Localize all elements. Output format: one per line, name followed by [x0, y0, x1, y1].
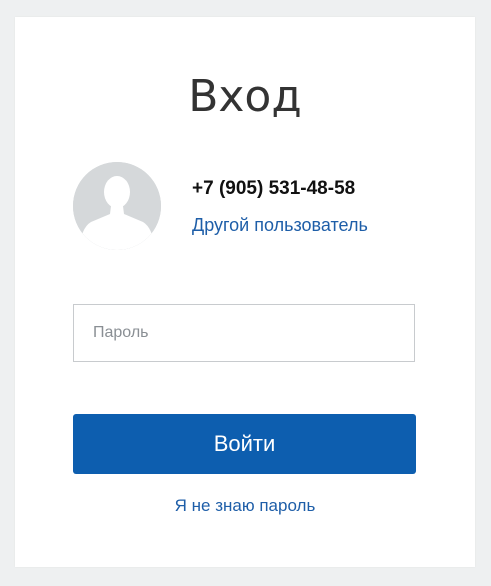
login-button[interactable]: Войти	[73, 414, 416, 474]
avatar	[73, 162, 161, 250]
login-card: Вход +7 (905) 531-48-58 Другой пользоват…	[15, 17, 475, 567]
page-title: Вход	[188, 71, 302, 122]
forgot-password-link[interactable]: Я не знаю пароль	[15, 496, 475, 516]
other-user-link[interactable]: Другой пользователь	[192, 215, 368, 236]
user-phone: +7 (905) 531-48-58	[192, 178, 356, 199]
user-silhouette-icon	[73, 162, 161, 250]
password-field-wrapper	[73, 304, 415, 362]
password-field[interactable]	[74, 305, 414, 361]
